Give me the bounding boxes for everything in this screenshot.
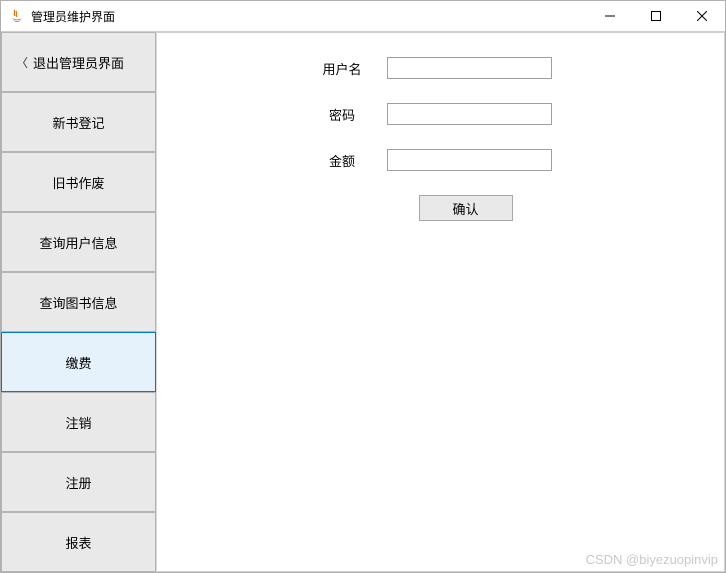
form-row-password: 密码 [157, 103, 724, 125]
maximize-button[interactable] [633, 1, 679, 31]
java-app-icon [9, 8, 25, 24]
password-input[interactable] [387, 103, 552, 125]
confirm-row: 确认 [157, 195, 724, 221]
sidebar-item-label: 缴费 [65, 353, 91, 372]
sidebar-item-label: 注册 [65, 473, 91, 492]
app-window: 管理员维护界面 〈 退出管理员界面 新书登记 旧书作废 [0, 0, 726, 573]
main-panel: 用户名 密码 金额 确认 [156, 32, 725, 572]
sidebar-item-old-book-void[interactable]: 旧书作废 [1, 152, 156, 212]
username-label: 用户名 [297, 59, 387, 78]
titlebar: 管理员维护界面 [1, 1, 725, 32]
password-label: 密码 [297, 105, 387, 124]
window-title: 管理员维护界面 [31, 8, 587, 25]
sidebar-item-label: 注销 [65, 413, 91, 432]
sidebar-item-label: 查询用户信息 [39, 233, 117, 252]
username-input[interactable] [387, 57, 552, 79]
sidebar: 〈 退出管理员界面 新书登记 旧书作废 查询用户信息 查询图书信息 缴费 注销 [1, 32, 156, 572]
minimize-button[interactable] [587, 1, 633, 31]
amount-label: 金额 [297, 151, 387, 170]
form-row-username: 用户名 [157, 57, 724, 79]
confirm-button[interactable]: 确认 [419, 195, 513, 221]
sidebar-item-label: 新书登记 [52, 113, 104, 132]
sidebar-item-payment[interactable]: 缴费 [1, 332, 156, 392]
sidebar-item-report[interactable]: 报表 [1, 512, 156, 572]
sidebar-item-query-user[interactable]: 查询用户信息 [1, 212, 156, 272]
sidebar-item-new-book[interactable]: 新书登记 [1, 92, 156, 152]
amount-input[interactable] [387, 149, 552, 171]
sidebar-item-query-book[interactable]: 查询图书信息 [1, 272, 156, 332]
client-area: 〈 退出管理员界面 新书登记 旧书作废 查询用户信息 查询图书信息 缴费 注销 [1, 32, 725, 572]
chevron-left-icon: 〈 [16, 54, 28, 71]
sidebar-item-label: 查询图书信息 [39, 293, 117, 312]
sidebar-item-unregister[interactable]: 注销 [1, 392, 156, 452]
sidebar-item-label: 旧书作废 [52, 173, 104, 192]
sidebar-item-register[interactable]: 注册 [1, 452, 156, 512]
sidebar-item-label: 报表 [65, 533, 91, 552]
form-row-amount: 金额 [157, 149, 724, 171]
sidebar-item-exit-admin[interactable]: 〈 退出管理员界面 [1, 32, 156, 92]
window-controls [587, 1, 725, 31]
sidebar-item-label: 退出管理员界面 [33, 53, 124, 72]
close-button[interactable] [679, 1, 725, 31]
